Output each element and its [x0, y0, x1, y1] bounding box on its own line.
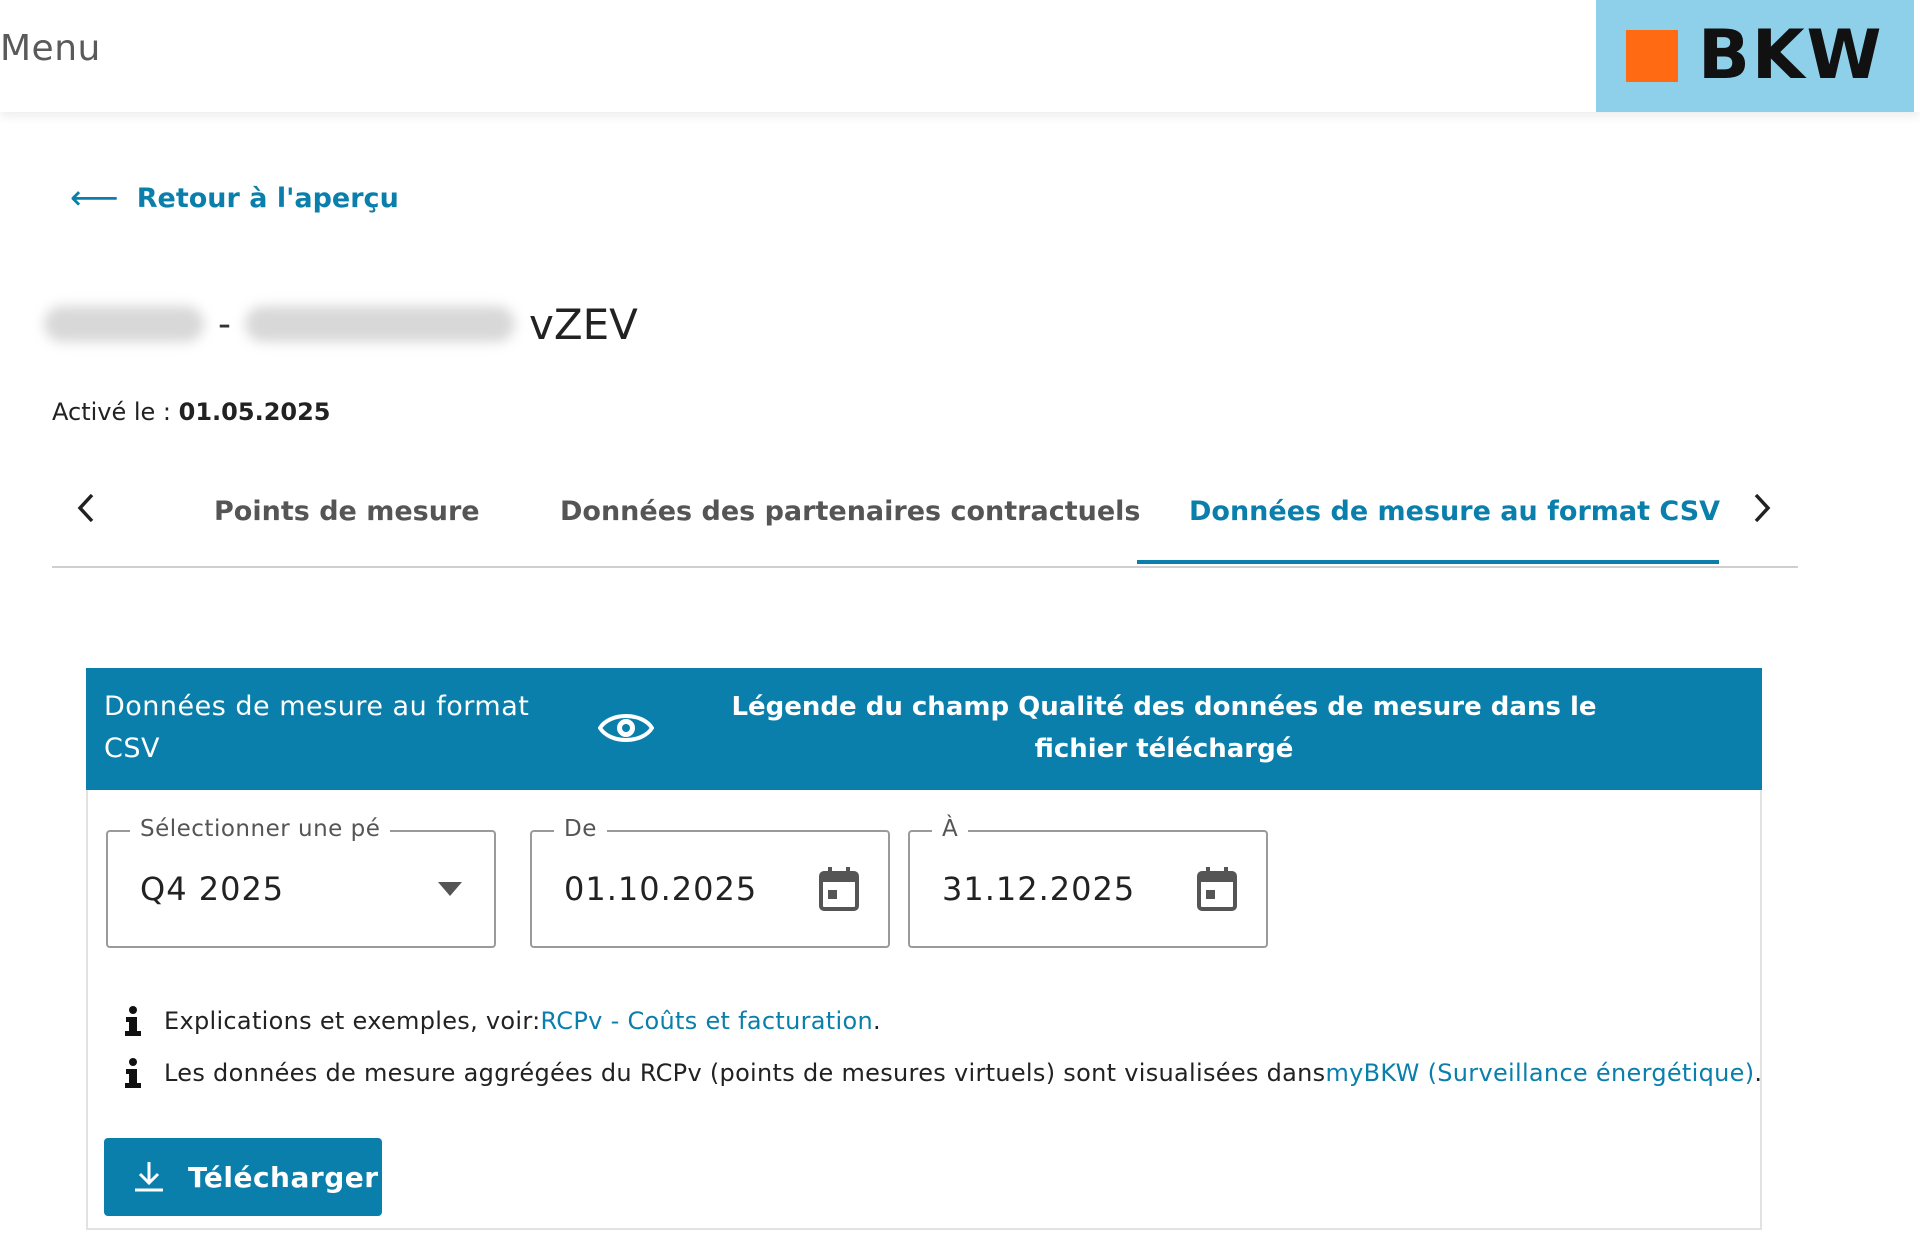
- period-label: Sélectionner une pé: [130, 816, 391, 842]
- to-date-label: À: [932, 816, 969, 842]
- back-to-overview-link[interactable]: ⟵ Retour à l'aperçu: [70, 178, 399, 218]
- logo-square-icon: [1626, 30, 1678, 82]
- activation-info: Activé le : 01.05.2025: [52, 398, 330, 426]
- period-select[interactable]: Sélectionner une pé Q4 2025: [106, 816, 496, 948]
- chevron-right-icon: [1754, 493, 1771, 523]
- from-date-label: De: [554, 816, 607, 842]
- to-date-value: 31.12.2025: [942, 870, 1136, 908]
- tab-bar: Points de mesure Données des partenaires…: [52, 470, 1798, 568]
- arrow-left-icon: ⟵: [70, 178, 119, 218]
- info-text-end: .: [872, 1007, 881, 1035]
- info-line-mybkw: Les données de mesure aggrégées du RCPv …: [122, 1058, 1762, 1088]
- chevron-left-icon: [77, 493, 94, 523]
- tab-donnees-partenaires[interactable]: Données des partenaires contractuels: [560, 496, 1140, 527]
- tab-points-de-mesure[interactable]: Points de mesure: [214, 496, 480, 527]
- csv-data-card: Données de mesure au format CSV Légende …: [86, 668, 1762, 1230]
- tabs-prev-button[interactable]: [66, 488, 106, 528]
- bkw-logo[interactable]: BKW: [1596, 0, 1914, 112]
- activation-date: 01.05.2025: [178, 398, 331, 426]
- info-icon: [125, 1058, 141, 1088]
- tab-donnees-csv[interactable]: Données de mesure au format CSV: [1189, 496, 1720, 527]
- redacted-name: [245, 306, 515, 342]
- calendar-icon[interactable]: [1196, 866, 1238, 912]
- eye-icon[interactable]: [598, 708, 654, 748]
- menu-button[interactable]: Menu: [0, 28, 101, 69]
- redacted-name: [44, 306, 204, 342]
- period-value: Q4 2025: [140, 870, 285, 908]
- page-title: - vZEV: [44, 296, 638, 352]
- title-separator: -: [218, 303, 231, 345]
- card-header: Données de mesure au format CSV Légende …: [86, 668, 1762, 790]
- to-date-field[interactable]: À 31.12.2025: [908, 816, 1268, 948]
- mybkw-link[interactable]: myBKW (Surveillance énergétique): [1325, 1059, 1754, 1087]
- info-text: Les données de mesure aggrégées du RCPv …: [164, 1059, 1326, 1087]
- active-tab-indicator: [1137, 560, 1719, 564]
- activation-label: Activé le :: [52, 398, 172, 426]
- card-title: Données de mesure au format CSV: [104, 691, 530, 764]
- back-link-label: Retour à l'aperçu: [136, 182, 399, 214]
- download-label: Télécharger: [188, 1160, 379, 1194]
- tabs-next-button[interactable]: [1742, 488, 1782, 528]
- from-date-field[interactable]: De 01.10.2025: [530, 816, 890, 948]
- costs-billing-link[interactable]: RCPv - Coûts et facturation: [541, 1007, 873, 1035]
- info-line-costs: Explications et exemples, voir: RCPv - C…: [122, 1006, 881, 1036]
- calendar-icon[interactable]: [818, 866, 860, 912]
- info-text-end: .: [1754, 1059, 1763, 1087]
- download-button[interactable]: Télécharger: [104, 1138, 382, 1216]
- quality-legend-link[interactable]: Légende du champ Qualité des données de …: [706, 686, 1622, 770]
- title-suffix: vZEV: [529, 299, 638, 349]
- from-date-value: 01.10.2025: [564, 870, 758, 908]
- caret-down-icon: [438, 882, 462, 896]
- info-text: Explications et exemples, voir:: [164, 1007, 541, 1035]
- top-header: Menu BKW: [0, 0, 1920, 112]
- logo-text: BKW: [1698, 16, 1884, 95]
- download-icon: [135, 1162, 163, 1192]
- info-icon: [125, 1006, 141, 1036]
